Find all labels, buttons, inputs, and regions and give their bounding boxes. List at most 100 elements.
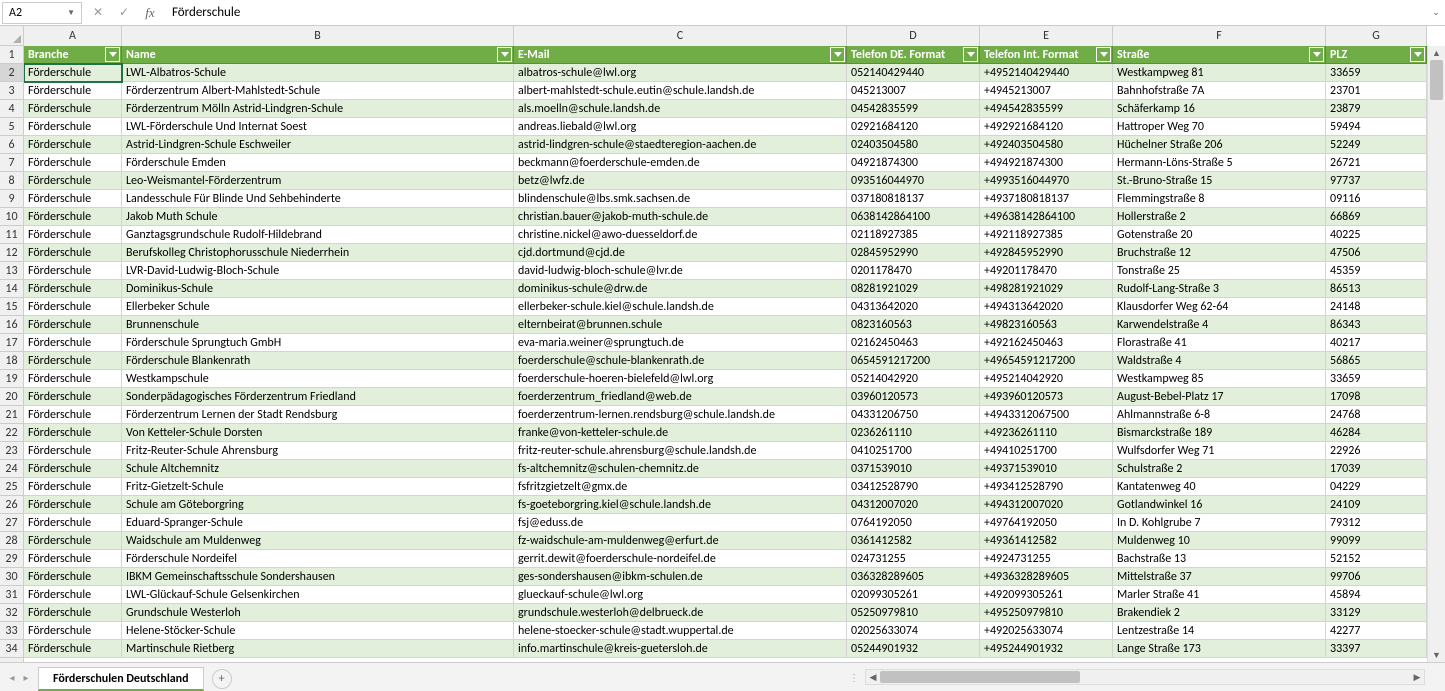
cell[interactable]: Bismarckstraße 189 <box>1113 424 1326 442</box>
row-header[interactable]: 17 <box>0 334 23 352</box>
filter-dropdown-icon[interactable] <box>105 47 120 62</box>
cell[interactable]: blindenschule@lbs.smk.sachsen.de <box>514 190 847 208</box>
cell[interactable]: Fritz-Gietzelt-Schule <box>122 478 514 496</box>
column-header-cell[interactable]: Telefon Int. Format <box>980 46 1113 64</box>
cell[interactable]: eva-maria.weiner@sprungtuch.de <box>514 334 847 352</box>
cell[interactable]: 0201178470 <box>847 262 980 280</box>
cell[interactable]: Förderschule <box>24 442 122 460</box>
cell[interactable]: 33659 <box>1326 370 1427 388</box>
cell[interactable]: 02403504580 <box>847 136 980 154</box>
column-header-cell[interactable]: E-Mail <box>514 46 847 64</box>
cell[interactable]: 0823160563 <box>847 316 980 334</box>
cell[interactable]: 24148 <box>1326 298 1427 316</box>
cell[interactable]: Muldenweg 10 <box>1113 532 1326 550</box>
cell[interactable]: franke@von-ketteler-schule.de <box>514 424 847 442</box>
cell[interactable]: 22926 <box>1326 442 1427 460</box>
cell[interactable]: Rudolf-Lang-Straße 3 <box>1113 280 1326 298</box>
cell[interactable]: 45359 <box>1326 262 1427 280</box>
cell[interactable]: +492118927385 <box>980 226 1113 244</box>
cell[interactable]: IBKM Gemeinschaftsschule Sondershausen <box>122 568 514 586</box>
row-header[interactable]: 2 <box>0 64 23 82</box>
cell[interactable]: Fritz-Reuter-Schule Ahrensburg <box>122 442 514 460</box>
cell[interactable]: Hüchelner Straße 206 <box>1113 136 1326 154</box>
cell[interactable]: andreas.liebald@lwl.org <box>514 118 847 136</box>
cell[interactable]: Förderzentrum Lernen der Stadt Rendsburg <box>122 406 514 424</box>
cell[interactable]: Förderschule <box>24 154 122 172</box>
cell[interactable]: +49236261110 <box>980 424 1113 442</box>
cell[interactable]: 0638142864100 <box>847 208 980 226</box>
cell[interactable]: 037180818137 <box>847 190 980 208</box>
column-header-B[interactable]: B <box>122 26 514 46</box>
cell[interactable]: Westkampweg 85 <box>1113 370 1326 388</box>
cell[interactable]: fsfritzgietzelt@gmx.de <box>514 478 847 496</box>
cell[interactable]: +494313642020 <box>980 298 1113 316</box>
cell[interactable]: Förderschule Emden <box>122 154 514 172</box>
cell[interactable]: cjd.dortmund@cjd.de <box>514 244 847 262</box>
cell[interactable]: astrid-lindgren-schule@staedteregion-aac… <box>514 136 847 154</box>
cell[interactable]: 42277 <box>1326 622 1427 640</box>
row-header[interactable]: 10 <box>0 208 23 226</box>
cell[interactable]: LWL-Förderschule Und Internat Soest <box>122 118 514 136</box>
cell[interactable]: In D. Kohlgrube 7 <box>1113 514 1326 532</box>
cell[interactable]: 97737 <box>1326 172 1427 190</box>
cell[interactable]: Förderschule <box>24 640 122 658</box>
cell[interactable]: +49410251700 <box>980 442 1113 460</box>
prev-sheet-icon[interactable]: ▸ <box>20 671 32 684</box>
filter-dropdown-icon[interactable] <box>1309 47 1324 62</box>
cell[interactable]: 05244901932 <box>847 640 980 658</box>
cell[interactable]: +4945213007 <box>980 82 1113 100</box>
first-sheet-icon[interactable]: ◂ <box>6 671 18 684</box>
cell[interactable]: 23701 <box>1326 82 1427 100</box>
horizontal-scroll-thumb[interactable] <box>880 671 1080 683</box>
cell[interactable]: Mittelstraße 37 <box>1113 568 1326 586</box>
vertical-scrollbar[interactable]: ▲ ▼ <box>1427 46 1445 662</box>
row-header[interactable]: 12 <box>0 244 23 262</box>
cell[interactable]: Förderschule <box>24 118 122 136</box>
cell[interactable]: glueckauf-schule@lwl.org <box>514 586 847 604</box>
cell[interactable]: Ellerbeker Schule <box>122 298 514 316</box>
row-header[interactable]: 20 <box>0 388 23 406</box>
cell[interactable]: Förderschule <box>24 586 122 604</box>
column-header-G[interactable]: G <box>1326 26 1427 46</box>
cell[interactable]: Förderschule <box>24 172 122 190</box>
cell[interactable]: Förderschule <box>24 82 122 100</box>
cell[interactable]: ges-sondershausen@ibkm-schulen.de <box>514 568 847 586</box>
row-header[interactable]: 34 <box>0 640 23 658</box>
cell[interactable]: Helene-Stöcker-Schule <box>122 622 514 640</box>
cell[interactable]: Förderschule <box>24 244 122 262</box>
formula-expand-icon[interactable]: ⌄ <box>1427 7 1445 18</box>
check-icon[interactable]: ✓ <box>116 5 132 20</box>
cell[interactable]: +4924731255 <box>980 550 1113 568</box>
row-header[interactable]: 6 <box>0 136 23 154</box>
cell[interactable]: +4943312067500 <box>980 406 1113 424</box>
cell[interactable]: helene-stoecker-schule@stadt.wuppertal.d… <box>514 622 847 640</box>
tab-split-icon[interactable]: ⋮ <box>849 671 859 684</box>
row-header[interactable]: 14 <box>0 280 23 298</box>
cell[interactable]: Brunnenschule <box>122 316 514 334</box>
cell[interactable]: Förderschule <box>24 316 122 334</box>
column-header-cell[interactable]: Straße <box>1113 46 1326 64</box>
cell[interactable]: +495214042920 <box>980 370 1113 388</box>
cell[interactable]: Förderschule <box>24 190 122 208</box>
cell[interactable]: 02162450463 <box>847 334 980 352</box>
cell[interactable]: Karwendelstraße 4 <box>1113 316 1326 334</box>
cell[interactable]: LWL-Albatros-Schule <box>122 64 514 82</box>
cell[interactable]: gerrit.dewit@foerderschule-nordeifel.de <box>514 550 847 568</box>
cell[interactable]: 093516044970 <box>847 172 980 190</box>
cell[interactable]: 59494 <box>1326 118 1427 136</box>
cell[interactable]: St.-Bruno-Straße 15 <box>1113 172 1326 190</box>
cell[interactable]: +495250979810 <box>980 604 1113 622</box>
cell[interactable]: +492099305261 <box>980 586 1113 604</box>
cell[interactable]: +495244901932 <box>980 640 1113 658</box>
row-header[interactable]: 16 <box>0 316 23 334</box>
cell[interactable]: +492403504580 <box>980 136 1113 154</box>
row-header[interactable]: 25 <box>0 478 23 496</box>
cell[interactable]: 04313642020 <box>847 298 980 316</box>
cell[interactable]: Dominikus-Schule <box>122 280 514 298</box>
cell[interactable]: 04921874300 <box>847 154 980 172</box>
cell[interactable]: Flemmingstraße 8 <box>1113 190 1326 208</box>
chevron-down-icon[interactable]: ▼ <box>67 8 75 18</box>
cell[interactable]: Jakob Muth Schule <box>122 208 514 226</box>
cell[interactable]: fs-goeteborgring.kiel@schule.landsh.de <box>514 496 847 514</box>
cell[interactable]: Förderschule <box>24 532 122 550</box>
